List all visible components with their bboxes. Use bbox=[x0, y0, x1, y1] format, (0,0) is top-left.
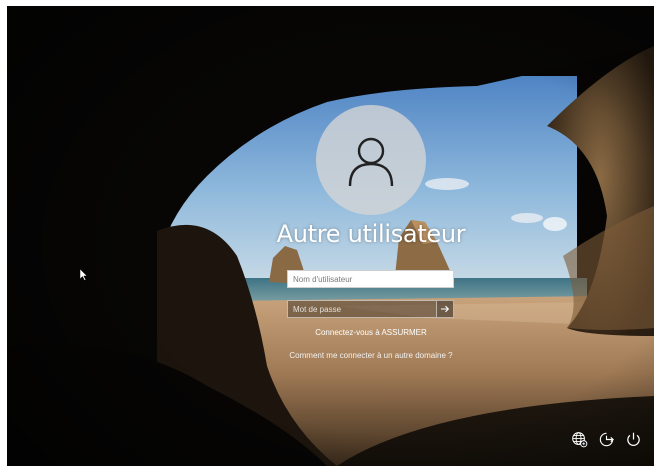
mouse-pointer-icon bbox=[80, 269, 88, 281]
user-display-name: Autre utilisateur bbox=[276, 220, 466, 248]
other-domain-link[interactable]: Comment me connecter à un autre domaine … bbox=[279, 351, 463, 361]
language-button[interactable] bbox=[570, 430, 588, 448]
ease-of-access-icon bbox=[599, 432, 614, 446]
arrow-right-icon bbox=[441, 305, 450, 313]
globe-accessibility-icon bbox=[571, 431, 587, 447]
power-button[interactable] bbox=[624, 430, 642, 448]
password-row bbox=[287, 300, 454, 318]
login-screen: Autre utilisateur Connectez-vous à ASSUR… bbox=[7, 6, 654, 466]
user-icon bbox=[348, 137, 394, 187]
username-input[interactable] bbox=[287, 270, 454, 288]
submit-button[interactable] bbox=[436, 300, 454, 318]
ease-of-access-button[interactable] bbox=[597, 430, 615, 448]
password-input[interactable] bbox=[287, 300, 436, 318]
system-tray bbox=[570, 430, 642, 448]
user-avatar bbox=[316, 105, 426, 215]
domain-sign-in-text: Connectez-vous à ASSURMER bbox=[315, 328, 427, 337]
power-icon bbox=[626, 432, 640, 446]
